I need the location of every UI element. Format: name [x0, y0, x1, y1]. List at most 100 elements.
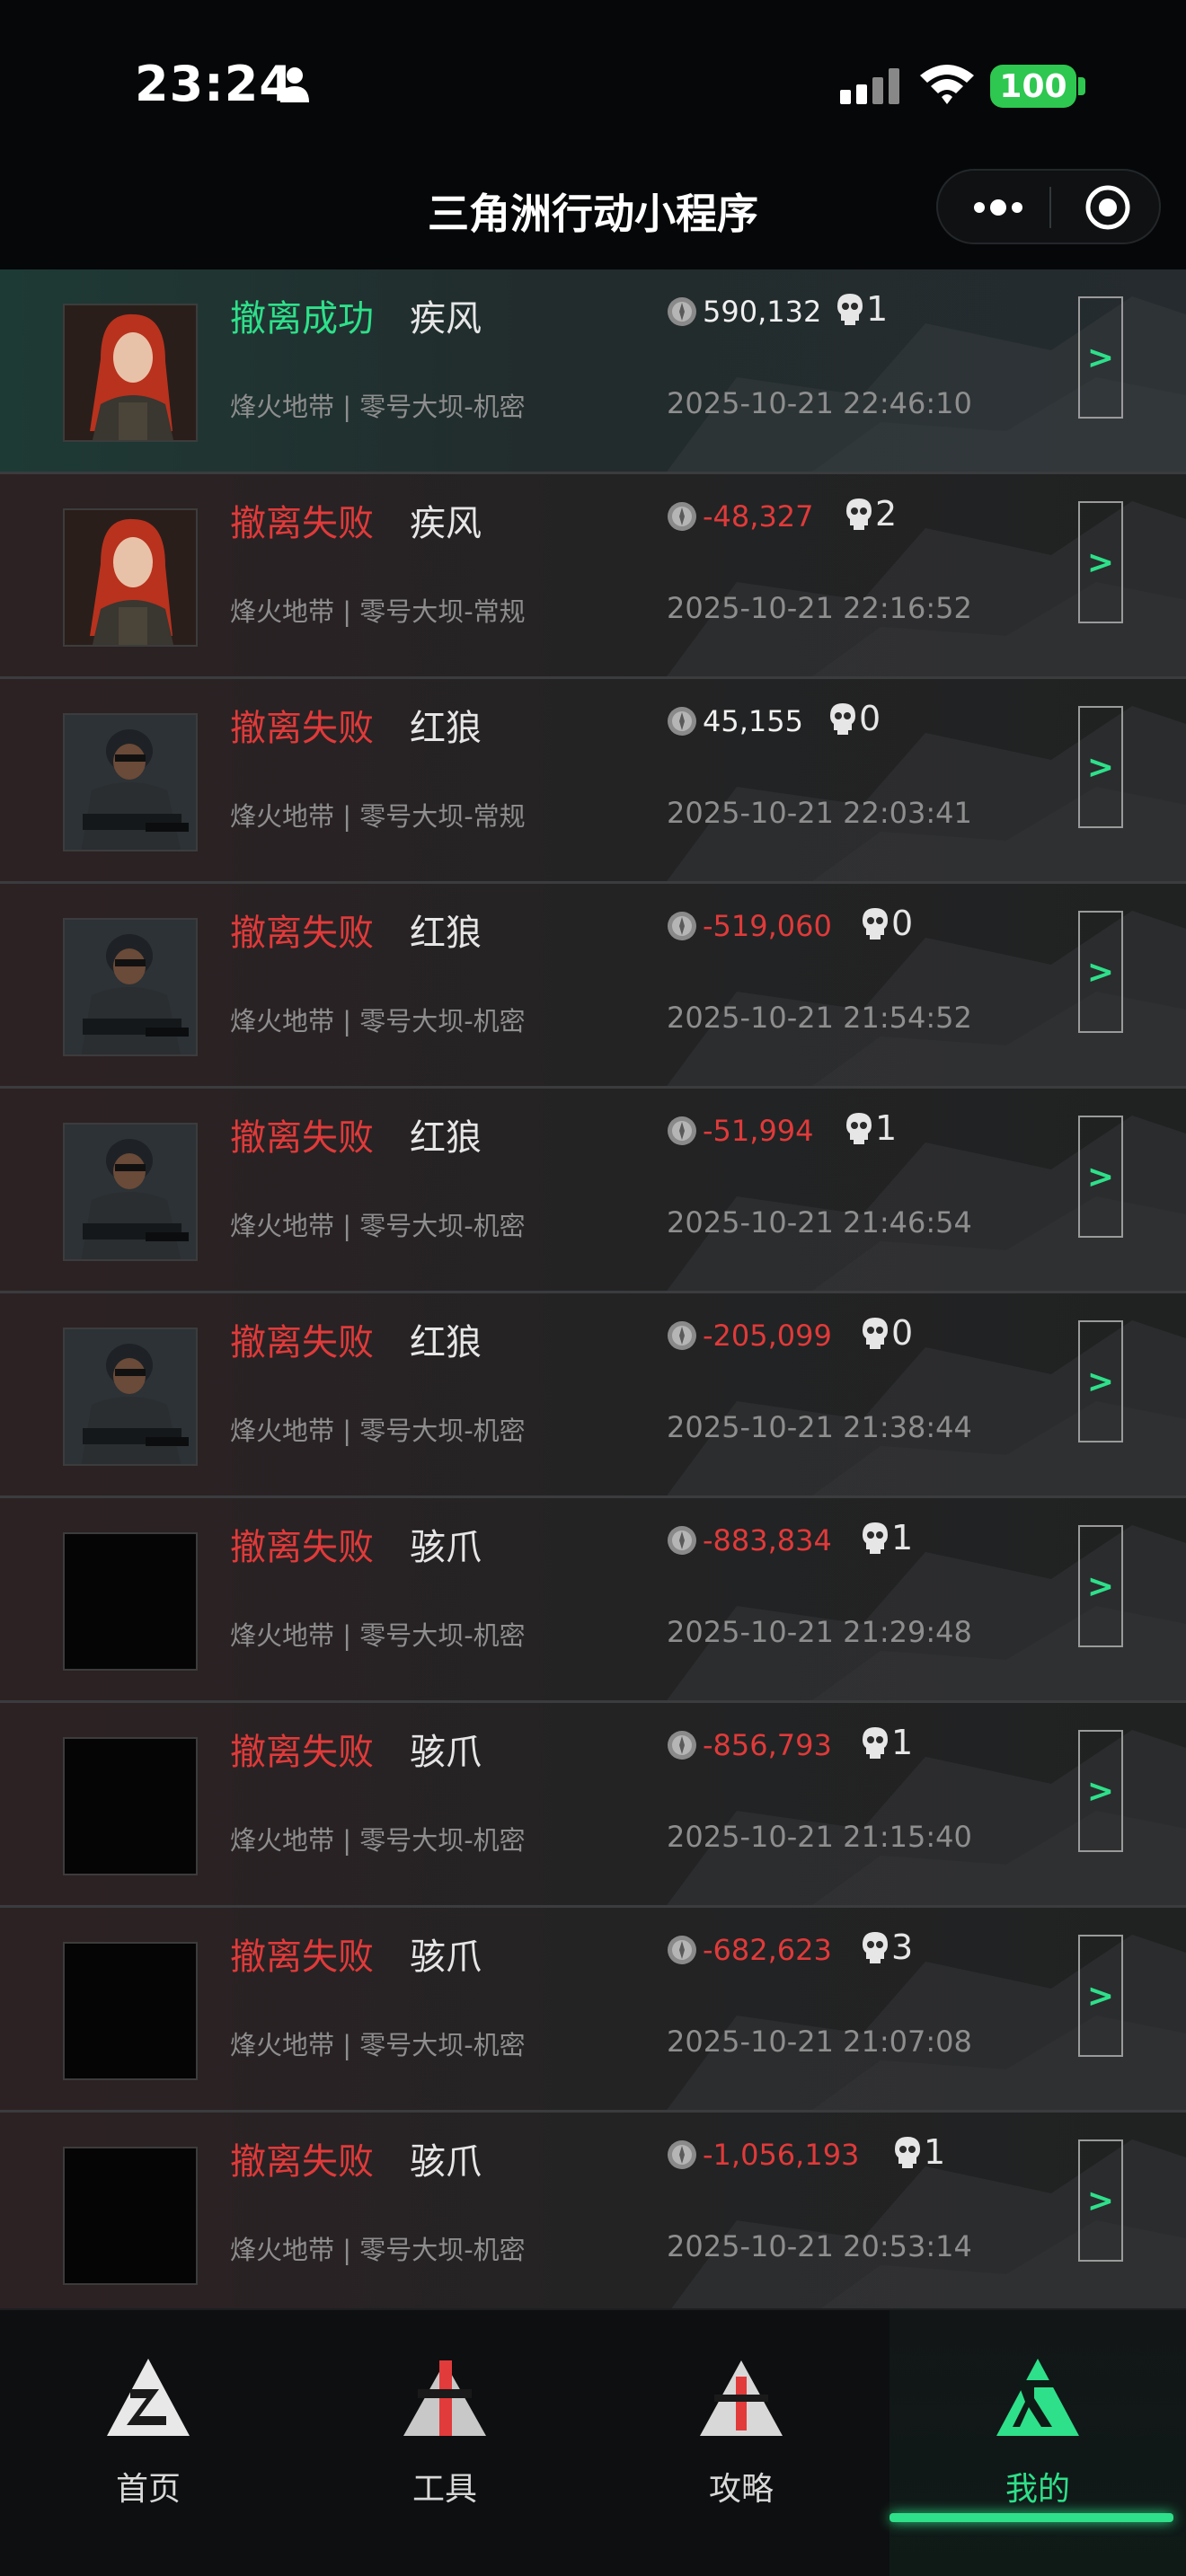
skull-icon — [863, 1932, 888, 1963]
match-record-list: 撤离成功 疾风 烽火地带 | 零号大坝-机密 590,132 1 2025-10… — [0, 269, 1186, 2317]
detail-arrow-button[interactable]: > — [1078, 706, 1123, 828]
operator-name: 骇爪 — [410, 1527, 482, 1568]
detail-arrow-button[interactable]: > — [1078, 1116, 1123, 1238]
extraction-result: 撤离失败 — [230, 1527, 374, 1568]
kill-count-value: 1 — [866, 289, 889, 329]
value-change: -51,994 — [703, 1114, 814, 1148]
tab-profile[interactable]: 我的 — [890, 2310, 1186, 2576]
value-change: 590,132 — [703, 295, 822, 329]
tab-guide[interactable]: 攻略 — [593, 2310, 890, 2576]
match-datetime: 2025-10-21 21:29:48 — [667, 1615, 972, 1649]
value-change: 45,155 — [703, 704, 803, 738]
operator-name: 骇爪 — [410, 1936, 482, 1978]
kill-count: 1 — [893, 2132, 945, 2172]
record-row[interactable]: 撤离失败 红狼 烽火地带 | 零号大坝-机密 -51,994 1 2025-10… — [0, 1089, 1186, 1293]
kill-count-value: 3 — [891, 1928, 914, 1967]
kill-count-value: 2 — [875, 494, 898, 534]
skull-icon — [846, 498, 872, 530]
coin-icon — [668, 912, 696, 940]
detail-arrow-button[interactable]: > — [1078, 2139, 1123, 2262]
detail-arrow-button[interactable]: > — [1078, 296, 1123, 419]
kill-count-value: 0 — [891, 904, 914, 943]
record-row[interactable]: 撤离失败 红狼 烽火地带 | 零号大坝-机密 -519,060 0 2025-1… — [0, 884, 1186, 1089]
kill-count-value: 1 — [891, 1518, 914, 1557]
match-datetime: 2025-10-21 21:07:08 — [667, 2025, 972, 2059]
target-icon[interactable] — [1084, 183, 1132, 232]
skull-icon — [895, 2137, 920, 2168]
map-mode: 烽火地带 | 零号大坝-机密 — [230, 1416, 526, 1446]
kill-count: 0 — [828, 699, 881, 738]
extraction-result: 撤离失败 — [230, 2141, 374, 2183]
record-row[interactable]: 撤离失败 骇爪 烽火地带 | 零号大坝-机密 -856,793 1 2025-1… — [0, 1703, 1186, 1908]
record-row[interactable]: 撤离失败 骇爪 烽火地带 | 零号大坝-机密 -682,623 3 2025-1… — [0, 1908, 1186, 2113]
coin-icon — [668, 707, 696, 736]
skull-icon — [863, 908, 888, 940]
kill-count-value: 0 — [859, 699, 881, 738]
battery-level: 100 — [999, 67, 1067, 105]
operator-name: 疾风 — [410, 503, 482, 544]
kill-count-value: 1 — [875, 1108, 898, 1148]
capsule-menu — [936, 169, 1161, 244]
kill-count-value: 1 — [891, 1723, 914, 1762]
skull-icon — [846, 1113, 872, 1144]
match-datetime: 2025-10-21 22:03:41 — [667, 796, 972, 830]
kill-count: 2 — [845, 494, 897, 534]
battery-icon: 100 — [990, 65, 1076, 108]
record-row[interactable]: 撤离成功 疾风 烽火地带 | 零号大坝-机密 590,132 1 2025-10… — [0, 269, 1186, 474]
skull-icon — [863, 1318, 888, 1349]
tools-tab-icon — [400, 2353, 490, 2443]
kill-count: 1 — [861, 1723, 913, 1762]
home-tab-icon — [103, 2353, 193, 2443]
detail-arrow-button[interactable]: > — [1078, 501, 1123, 623]
map-mode: 烽火地带 | 零号大坝-机密 — [230, 1620, 526, 1651]
detail-arrow-button[interactable]: > — [1078, 1525, 1123, 1647]
map-mode: 烽火地带 | 零号大坝-常规 — [230, 801, 526, 832]
map-mode: 烽火地带 | 零号大坝-常规 — [230, 596, 526, 627]
record-row[interactable]: 撤离失败 红狼 烽火地带 | 零号大坝-机密 -205,099 0 2025-1… — [0, 1293, 1186, 1498]
coin-icon — [668, 1936, 696, 1964]
operator-avatar — [63, 1737, 198, 1875]
coin-icon — [668, 1116, 696, 1145]
tab-label: 首页 — [115, 2471, 181, 2508]
detail-arrow-button[interactable]: > — [1078, 1935, 1123, 2057]
record-row[interactable]: 撤离失败 疾风 烽火地带 | 零号大坝-常规 -48,327 2 2025-10… — [0, 474, 1186, 679]
extraction-result: 撤离失败 — [230, 1322, 374, 1363]
tab-label: 工具 — [412, 2471, 477, 2508]
detail-arrow-button[interactable]: > — [1078, 1730, 1123, 1852]
match-datetime: 2025-10-21 21:46:54 — [667, 1205, 972, 1239]
profile-tab-icon — [993, 2353, 1083, 2443]
tab-tools[interactable]: 工具 — [296, 2310, 593, 2576]
operator-avatar — [63, 508, 198, 647]
operator-avatar — [63, 918, 198, 1056]
record-row[interactable]: 撤离失败 骇爪 烽火地带 | 零号大坝-机密 -1,056,193 1 2025… — [0, 2113, 1186, 2317]
detail-arrow-button[interactable]: > — [1078, 911, 1123, 1033]
status-bar: 23:24 100 — [0, 0, 1186, 144]
coin-icon — [668, 1321, 696, 1350]
active-tab-indicator — [890, 2513, 1173, 2522]
kill-count: 0 — [861, 1313, 913, 1353]
map-mode: 烽火地带 | 零号大坝-机密 — [230, 1211, 526, 1241]
record-row[interactable]: 撤离失败 骇爪 烽火地带 | 零号大坝-机密 -883,834 1 2025-1… — [0, 1498, 1186, 1703]
extraction-result: 撤离失败 — [230, 1732, 374, 1773]
extraction-result: 撤离失败 — [230, 503, 374, 544]
value-change: -48,327 — [703, 499, 814, 534]
extraction-result: 撤离失败 — [230, 708, 374, 749]
record-row[interactable]: 撤离失败 红狼 烽火地带 | 零号大坝-常规 45,155 0 2025-10-… — [0, 679, 1186, 884]
capsule-divider — [1049, 187, 1051, 228]
tab-home[interactable]: 首页 — [0, 2310, 296, 2576]
operator-name: 疾风 — [410, 298, 482, 340]
value-change: -682,623 — [703, 1933, 832, 1967]
more-icon[interactable] — [967, 187, 1030, 228]
map-mode: 烽火地带 | 零号大坝-机密 — [230, 1825, 526, 1856]
map-mode: 烽火地带 | 零号大坝-机密 — [230, 2235, 526, 2265]
operator-avatar — [63, 1123, 198, 1261]
operator-name: 红狼 — [410, 913, 482, 954]
status-time: 23:24 — [135, 56, 294, 112]
tab-label: 攻略 — [708, 2471, 774, 2508]
detail-arrow-button[interactable]: > — [1078, 1320, 1123, 1442]
person-icon — [280, 67, 309, 102]
extraction-result: 撤离失败 — [230, 913, 374, 954]
operator-name: 骇爪 — [410, 1732, 482, 1773]
value-change: -883,834 — [703, 1523, 832, 1557]
value-change: -856,793 — [703, 1728, 832, 1762]
